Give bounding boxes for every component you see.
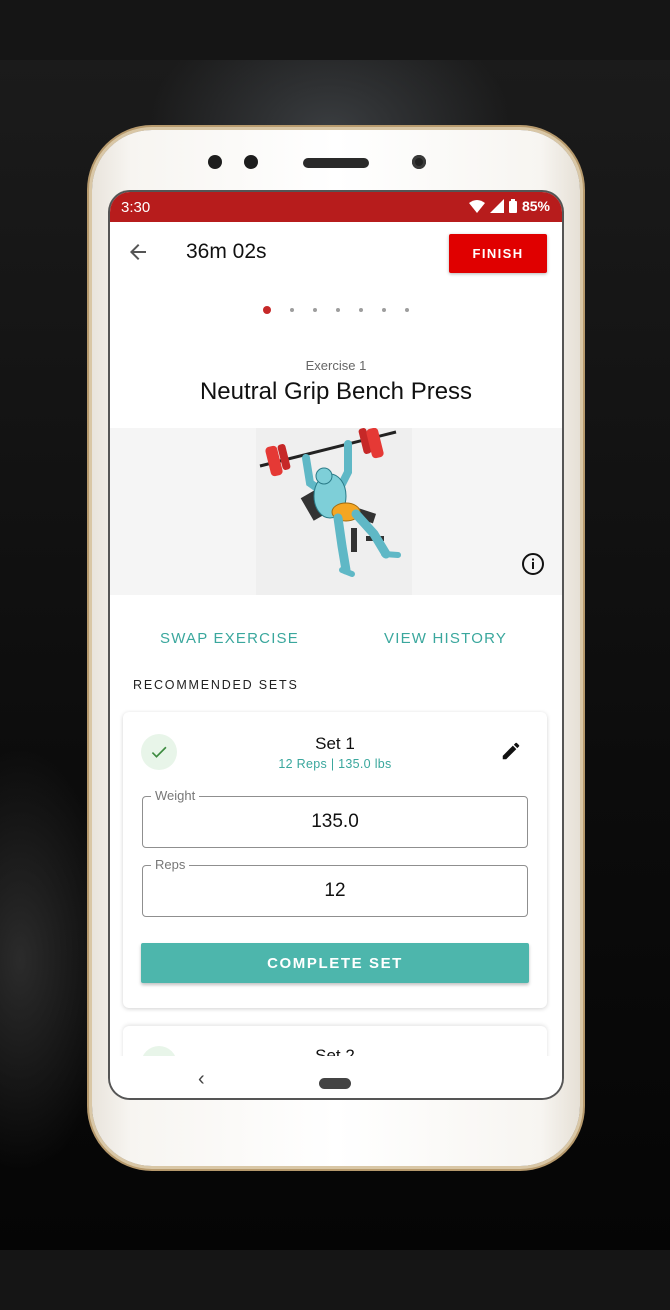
bottom-band <box>0 1250 670 1310</box>
system-nav-bar: ‹ <box>110 1056 562 1098</box>
set-title: Set 1 <box>315 734 355 753</box>
reps-field: Reps <box>142 857 528 917</box>
page-indicator <box>110 306 562 314</box>
page-dot[interactable] <box>405 308 409 312</box>
front-camera <box>412 155 426 169</box>
finish-button[interactable]: FINISH <box>449 234 547 273</box>
info-icon[interactable] <box>521 552 545 576</box>
wifi-icon <box>468 199 485 213</box>
set-card: Set 1 12 Reps | 135.0 lbs Weight Reps CO… <box>123 712 547 1008</box>
status-icons: 85% <box>468 198 550 214</box>
chevron-left-icon[interactable]: ‹ <box>198 1068 205 1091</box>
front-sensor-2 <box>244 155 258 169</box>
view-history-button[interactable]: VIEW HISTORY <box>384 630 507 647</box>
signal-icon <box>489 199 504 213</box>
swap-exercise-button[interactable]: SWAP EXERCISE <box>160 630 299 647</box>
phone-frame: 3:30 85% 36m 02s FINISH Exercise 1 Neutr… <box>92 130 580 1166</box>
arrow-left-icon[interactable] <box>126 240 150 264</box>
workout-timer: 36m 02s <box>186 240 267 263</box>
earpiece-speaker <box>303 158 369 168</box>
set-summary: 12 Reps | 135.0 lbs <box>278 757 392 771</box>
complete-set-button[interactable]: COMPLETE SET <box>141 943 529 983</box>
status-bar: 3:30 85% <box>110 192 562 222</box>
exercise-image-area <box>110 427 562 595</box>
status-time: 3:30 <box>121 199 151 216</box>
home-pill-icon[interactable] <box>319 1078 351 1089</box>
battery-percent: 85% <box>521 198 550 214</box>
exercise-actions: SWAP EXERCISE VIEW HISTORY <box>110 630 562 654</box>
page-dot[interactable] <box>336 308 340 312</box>
exercise-number: Exercise 1 <box>305 358 367 373</box>
battery-icon <box>508 199 517 213</box>
page-dot[interactable] <box>359 308 363 312</box>
exercise-title: Neutral Grip Bench Press <box>199 378 473 405</box>
exercise-illustration <box>256 427 412 595</box>
page-dot[interactable] <box>382 308 386 312</box>
page-dot[interactable] <box>263 306 271 314</box>
front-sensor <box>208 155 222 169</box>
app-bar: 36m 02s FINISH <box>110 222 562 286</box>
page-dot[interactable] <box>290 308 294 312</box>
weight-field: Weight <box>142 788 528 848</box>
recommended-sets-heading: RECOMMENDED SETS <box>133 678 299 692</box>
weight-input[interactable] <box>143 797 527 847</box>
top-band <box>0 0 670 60</box>
bench-press-figure <box>259 427 401 577</box>
app-screen: 3:30 85% 36m 02s FINISH Exercise 1 Neutr… <box>110 192 562 1098</box>
reps-input[interactable] <box>143 866 527 916</box>
pencil-icon[interactable] <box>500 740 522 762</box>
page-dot[interactable] <box>313 308 317 312</box>
